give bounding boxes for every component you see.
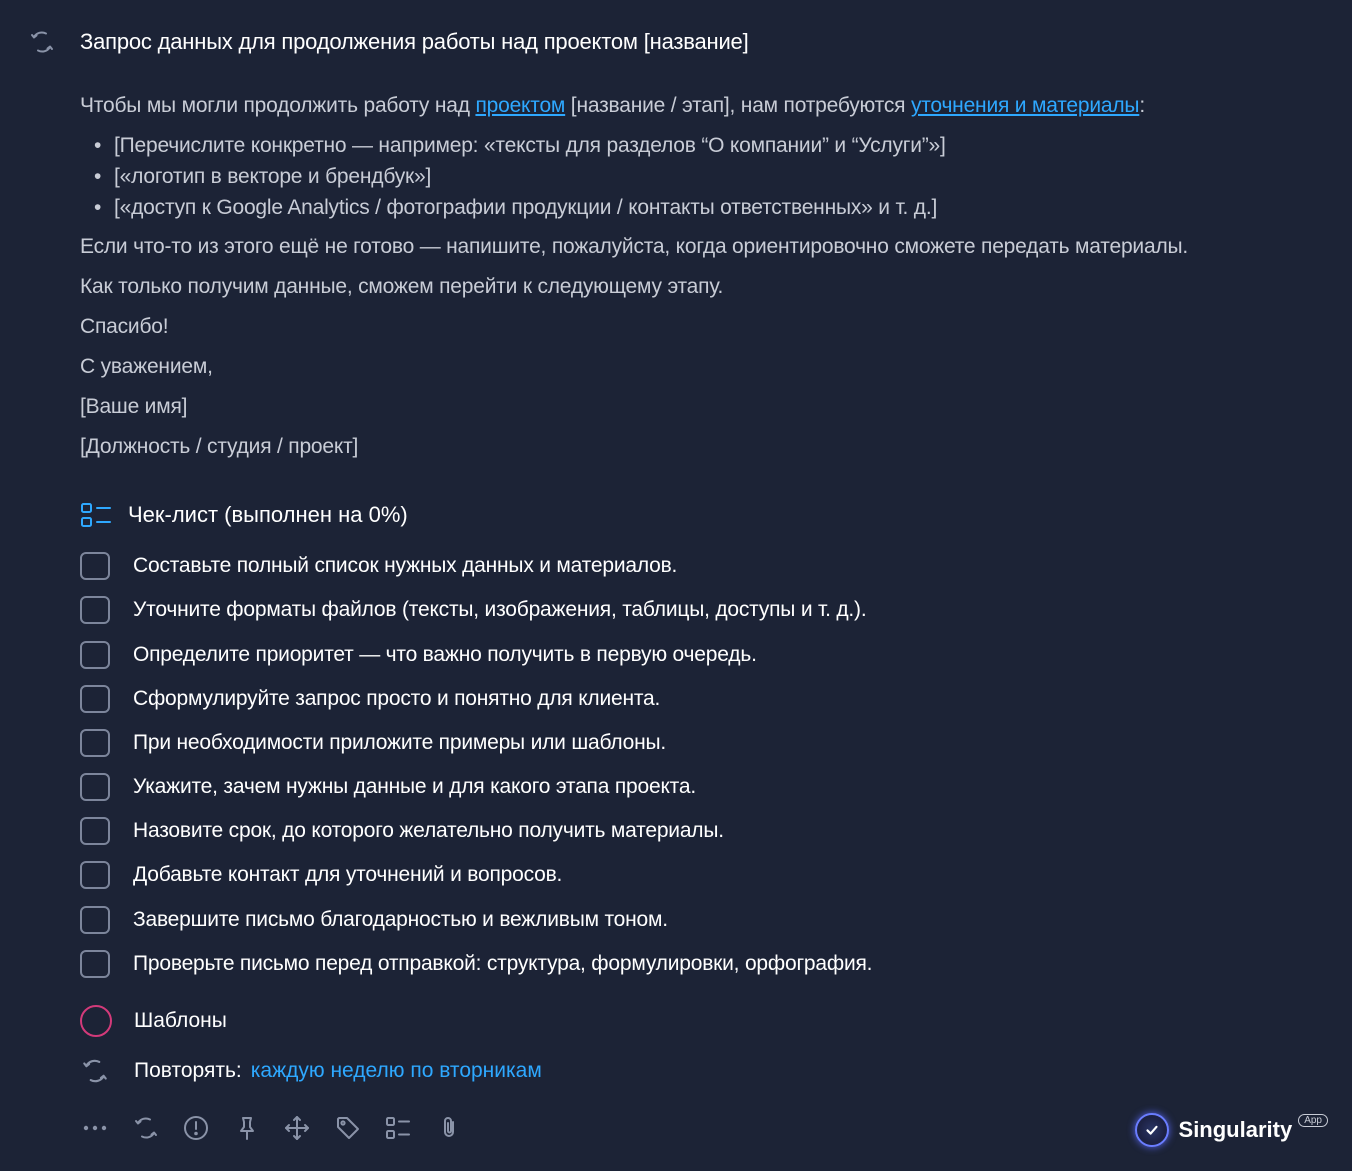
checkbox[interactable] (80, 817, 110, 845)
templates-row[interactable]: Шаблоны (80, 1004, 227, 1038)
templates-label: Шаблоны (134, 1009, 227, 1032)
thanks-line: Спасибо! (80, 315, 169, 338)
materials-link[interactable]: уточнения и материалы (911, 94, 1140, 117)
checklist-icon (386, 1117, 410, 1139)
singularity-logo-icon (1134, 1113, 1169, 1147)
bottom-toolbar (80, 1110, 484, 1146)
checklist-icon (81, 503, 111, 527)
brand: Singularity App (1134, 1110, 1328, 1150)
name-line: [Ваше имя] (80, 395, 188, 418)
repeat-icon (83, 1059, 107, 1083)
checkbox[interactable] (80, 906, 110, 934)
tag-icon (336, 1117, 359, 1139)
tag-button[interactable] (333, 1113, 363, 1143)
list-item: • [«логотип в векторе и брендбук»] (94, 165, 432, 188)
attachment-icon (443, 1117, 454, 1137)
checkbox[interactable] (80, 596, 110, 624)
move-button[interactable] (282, 1113, 312, 1143)
checklist-header: Чек-лист (выполнен на 0%) (80, 499, 408, 531)
pin-button[interactable] (232, 1113, 262, 1143)
templates-ring-icon (80, 1005, 112, 1037)
repeat-icon (134, 1117, 157, 1139)
checklist-item: Составьте полный список нужных данных и … (80, 550, 677, 582)
checklist-item: Определите приоритет — что важно получит… (80, 639, 757, 671)
checklist-item: Назовите срок, до которого желательно по… (80, 815, 724, 847)
brand-name: Singularity (1178, 1117, 1293, 1142)
task-title-row: Запрос данных для продолжения работы над… (28, 26, 749, 58)
checkbox[interactable] (80, 773, 110, 801)
checklist-item: Уточните форматы файлов (тексты, изображ… (80, 594, 867, 626)
checklist-title: Чек-лист (выполнен на 0%) (128, 502, 408, 527)
checkbox[interactable] (80, 685, 110, 713)
brand-badge: App (1298, 1114, 1328, 1127)
list-item: • [Перечислите конкретно — например: «тек… (94, 134, 946, 157)
repeat-label: Повторять: (134, 1059, 242, 1082)
pin-icon (239, 1117, 254, 1140)
repeat-button[interactable] (131, 1113, 161, 1143)
checklist-item: Завершите письмо благодарностью и вежлив… (80, 904, 668, 936)
intro-line: Чтобы мы могли продолжить работу над про… (80, 94, 1145, 117)
checklist-button[interactable] (383, 1113, 413, 1143)
checkbox[interactable] (80, 729, 110, 757)
repeat-row: Повторять: каждую неделю по вторникам (80, 1054, 542, 1088)
checkbox[interactable] (80, 861, 110, 889)
project-link[interactable]: проектом (475, 94, 565, 117)
checklist-item: Проверьте письмо перед отправкой: структ… (80, 948, 872, 980)
checklist-item: Укажите, зачем нужны данные и для какого… (80, 771, 696, 803)
not-ready-line: Если что-то из этого ещё не готово — нап… (80, 235, 1189, 258)
list-item: • [«доступ к Google Analytics / фотографи… (94, 196, 938, 219)
checkbox[interactable] (80, 641, 110, 669)
position-line: [Должность / студия / проект] (80, 435, 359, 458)
checklist-item: Добавьте контакт для уточнений и вопросо… (80, 859, 562, 891)
priority-button[interactable] (181, 1113, 211, 1143)
checklist-item: Сформулируйте запрос просто и понятно дл… (80, 683, 660, 715)
attachment-button[interactable] (434, 1113, 464, 1143)
checkbox[interactable] (80, 950, 110, 978)
next-step-line: Как только получим данные, сможем перейт… (80, 275, 724, 298)
repeat-icon[interactable] (28, 28, 56, 56)
move-icon (285, 1116, 309, 1140)
checkbox[interactable] (80, 552, 110, 580)
task-title[interactable]: Запрос данных для продолжения работы над… (80, 29, 749, 55)
repeat-value-link[interactable]: каждую неделю по вторникам (251, 1059, 542, 1083)
more-icon (83, 1125, 107, 1131)
checklist-item: При необходимости приложите примеры или … (80, 727, 666, 759)
more-button[interactable] (80, 1113, 110, 1143)
priority-icon (184, 1116, 208, 1140)
regards-line: С уважением, (80, 355, 213, 378)
